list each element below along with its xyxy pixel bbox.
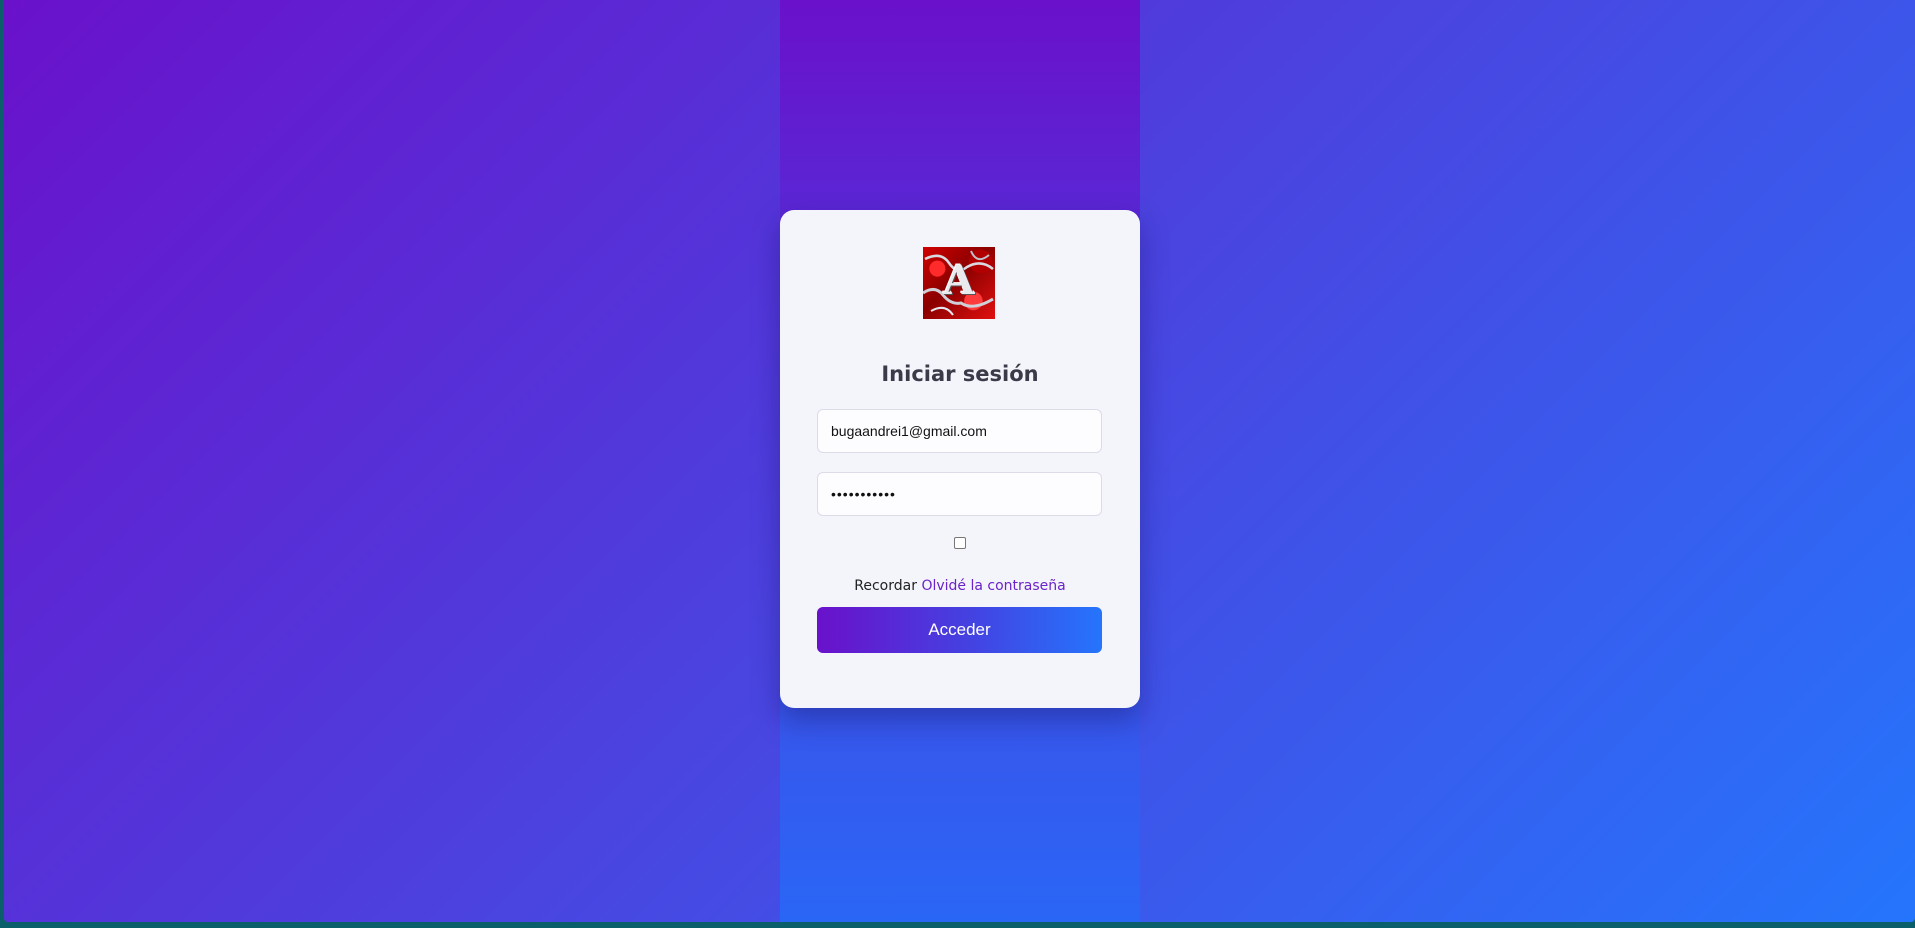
remember-label: Recordar bbox=[854, 578, 917, 594]
logo-image: A bbox=[923, 247, 995, 319]
page-title: Iniciar sesión bbox=[881, 362, 1039, 386]
email-field[interactable] bbox=[817, 409, 1102, 453]
login-button[interactable]: Acceder bbox=[817, 607, 1102, 653]
forgot-password-link[interactable]: Olvidé la contraseña bbox=[921, 578, 1065, 594]
bottom-edge bbox=[0, 922, 1915, 928]
password-field[interactable] bbox=[817, 472, 1102, 516]
login-card: A Iniciar sesión Recordar Olvidé la cont… bbox=[780, 210, 1140, 708]
logo-letter: A bbox=[943, 257, 975, 304]
remember-checkbox[interactable] bbox=[954, 537, 966, 549]
options-row: Recordar Olvidé la contraseña bbox=[780, 578, 1140, 594]
